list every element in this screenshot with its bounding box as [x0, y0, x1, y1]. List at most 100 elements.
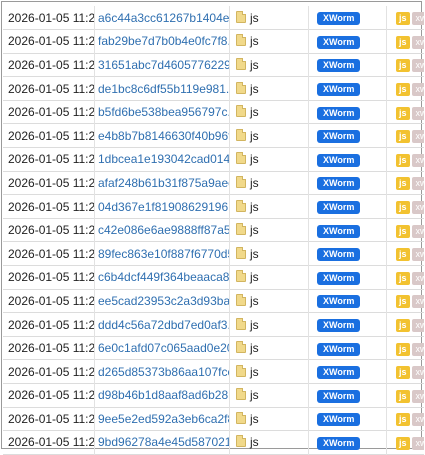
hash-cell: afaf248b61b31f875a9aec... — [94, 171, 230, 195]
tag-js[interactable]: js — [396, 224, 410, 238]
signature-badge[interactable]: XWorm — [317, 130, 361, 144]
signature-badge[interactable]: XWorm — [317, 342, 361, 356]
file-type-label: js — [250, 317, 259, 332]
sha256-hash-link[interactable]: 31651abc7d4605776229... — [98, 58, 229, 72]
file-type-label: js — [250, 223, 259, 238]
signature-badge[interactable]: XWorm — [317, 201, 361, 215]
sha256-hash-link[interactable]: e4b8b7b8146630f40b96f... — [98, 129, 229, 143]
tag-xworm[interactable]: xworm — [411, 153, 424, 167]
tag-xworm[interactable]: xworm — [411, 342, 424, 356]
signature-badge[interactable]: XWorm — [317, 177, 361, 191]
file-type-cell: js — [229, 53, 309, 77]
sha256-hash-link[interactable]: d265d85373b86aa107fcc... — [98, 365, 229, 379]
file-type-cell: js — [229, 171, 309, 195]
tag-js[interactable]: js — [396, 201, 410, 215]
tag-xworm[interactable]: xworm — [411, 83, 424, 97]
sha256-hash-link[interactable]: ddd4c56a72dbd7ed0af3... — [98, 318, 229, 332]
tag-xworm[interactable]: xworm — [411, 436, 424, 450]
tag-xworm[interactable]: xworm — [411, 35, 424, 49]
table-row: 2026-01-05 11:24 c6b4dcf449f364beaaca8..… — [3, 265, 424, 290]
tag-xworm[interactable]: xworm — [411, 413, 424, 427]
tag-xworm[interactable]: xworm — [411, 271, 424, 285]
first-seen-date: 2026-01-05 11:24 — [3, 100, 95, 124]
tag-js[interactable]: js — [396, 413, 410, 427]
tag-xworm[interactable]: xworm — [411, 366, 424, 380]
signature-badge[interactable]: XWorm — [317, 319, 361, 333]
first-seen-date: 2026-01-05 11:24 — [3, 336, 95, 360]
hash-cell: 04d367e1f81908629196... — [94, 194, 230, 219]
signature-badge[interactable]: XWorm — [317, 224, 361, 238]
tag-xworm[interactable]: xworm — [411, 12, 424, 26]
tag-xworm[interactable]: xworm — [411, 130, 424, 144]
tag-js[interactable]: js — [396, 59, 410, 73]
signature-badge[interactable]: XWorm — [317, 153, 361, 167]
tag-js[interactable]: js — [396, 342, 410, 356]
sha256-hash-link[interactable]: d98b46b1d8aaf8ad6b28... — [98, 388, 229, 402]
signature-badge[interactable]: XWorm — [317, 389, 361, 403]
sha256-hash-link[interactable]: a6c44a3cc61267b1404ee... — [98, 11, 229, 25]
tag-js[interactable]: js — [396, 366, 410, 380]
file-type-label: js — [250, 411, 259, 426]
sha256-hash-link[interactable]: de1bc8c6df55b119e981... — [98, 82, 229, 96]
signature-badge[interactable]: XWorm — [317, 106, 361, 120]
signature-cell: XWorm — [308, 241, 387, 266]
table-row: 2026-01-05 11:24 d265d85373b86aa107fcc..… — [3, 359, 424, 384]
signature-badge[interactable]: XWorm — [317, 83, 361, 97]
signature-badge[interactable]: XWorm — [317, 271, 361, 285]
hash-cell: 6e0c1afd07c065aad0e20... — [94, 336, 230, 360]
sha256-hash-link[interactable]: 1dbcea1e193042cad014... — [98, 152, 229, 166]
tag-xworm[interactable]: xworm — [411, 389, 424, 403]
tag-js[interactable]: js — [396, 436, 410, 450]
tag-js[interactable]: js — [396, 153, 410, 167]
signature-badge[interactable]: XWorm — [317, 366, 361, 380]
sha256-hash-link[interactable]: 9bd96278a4e45d587021... — [98, 435, 229, 449]
tag-xworm[interactable]: xworm — [411, 319, 424, 333]
sha256-hash-link[interactable]: 6e0c1afd07c065aad0e20... — [98, 341, 229, 355]
hash-cell: d98b46b1d8aaf8ad6b28... — [94, 383, 230, 408]
tag-js[interactable]: js — [396, 35, 410, 49]
tag-js[interactable]: js — [396, 389, 410, 403]
tag-xworm[interactable]: xworm — [411, 295, 424, 309]
signature-cell: XWorm — [308, 359, 387, 384]
sha256-hash-link[interactable]: c42e086e6ae9888ff87a5... — [98, 223, 229, 237]
tag-xworm[interactable]: xworm — [411, 59, 424, 73]
signature-badge[interactable]: XWorm — [317, 35, 361, 49]
tags-cell: jsxworm — [387, 266, 424, 290]
file-type-label: js — [250, 34, 259, 49]
file-type-label: js — [250, 270, 259, 285]
sha256-hash-link[interactable]: 89fec863e10f887f6770d5... — [98, 247, 229, 261]
tag-js[interactable]: js — [396, 248, 410, 262]
sha256-hash-link[interactable]: 9ee5e2ed592a3eb6ca2f8... — [98, 412, 229, 426]
sha256-hash-link[interactable]: 04d367e1f81908629196... — [98, 200, 229, 214]
signature-badge[interactable]: XWorm — [317, 295, 361, 309]
signature-badge[interactable]: XWorm — [317, 12, 361, 26]
signature-badge[interactable]: XWorm — [317, 59, 361, 73]
file-type-cell: js — [229, 383, 309, 408]
tag-js[interactable]: js — [396, 295, 410, 309]
signature-badge[interactable]: XWorm — [317, 413, 361, 427]
tag-js[interactable]: js — [396, 177, 410, 191]
tag-js[interactable]: js — [396, 83, 410, 97]
file-type-cell: js — [229, 265, 309, 290]
tag-js[interactable]: js — [396, 106, 410, 120]
tag-xworm[interactable]: xworm — [411, 248, 424, 262]
tag-xworm[interactable]: xworm — [411, 201, 424, 215]
signature-badge[interactable]: XWorm — [317, 248, 361, 262]
tag-xworm[interactable]: xworm — [411, 106, 424, 120]
tag-xworm[interactable]: xworm — [411, 224, 424, 238]
sha256-hash-link[interactable]: ee5cad23953c2a3d93bac... — [98, 294, 229, 308]
sha256-hash-link[interactable]: b5fd6be538bea956797c... — [98, 105, 229, 119]
tags-cell: jsxworm — [387, 171, 424, 195]
tag-js[interactable]: js — [396, 271, 410, 285]
sha256-hash-link[interactable]: afaf248b61b31f875a9aec... — [98, 176, 229, 190]
sha256-hash-link[interactable]: fab29be7d7b0b4e0fc7f8... — [98, 34, 229, 48]
table-row: 2026-01-05 11:25 31651abc7d4605776229...… — [3, 53, 424, 77]
sha256-hash-link[interactable]: c6b4dcf449f364beaaca8... — [98, 270, 229, 284]
first-seen-date: 2026-01-05 11:24 — [3, 147, 95, 172]
tag-js[interactable]: js — [396, 12, 410, 26]
tag-js[interactable]: js — [396, 319, 410, 333]
tag-js[interactable]: js — [396, 130, 410, 144]
tag-xworm[interactable]: xworm — [411, 177, 424, 191]
first-seen-date: 2026-01-05 11:24 — [3, 241, 95, 266]
signature-badge[interactable]: XWorm — [317, 436, 361, 450]
